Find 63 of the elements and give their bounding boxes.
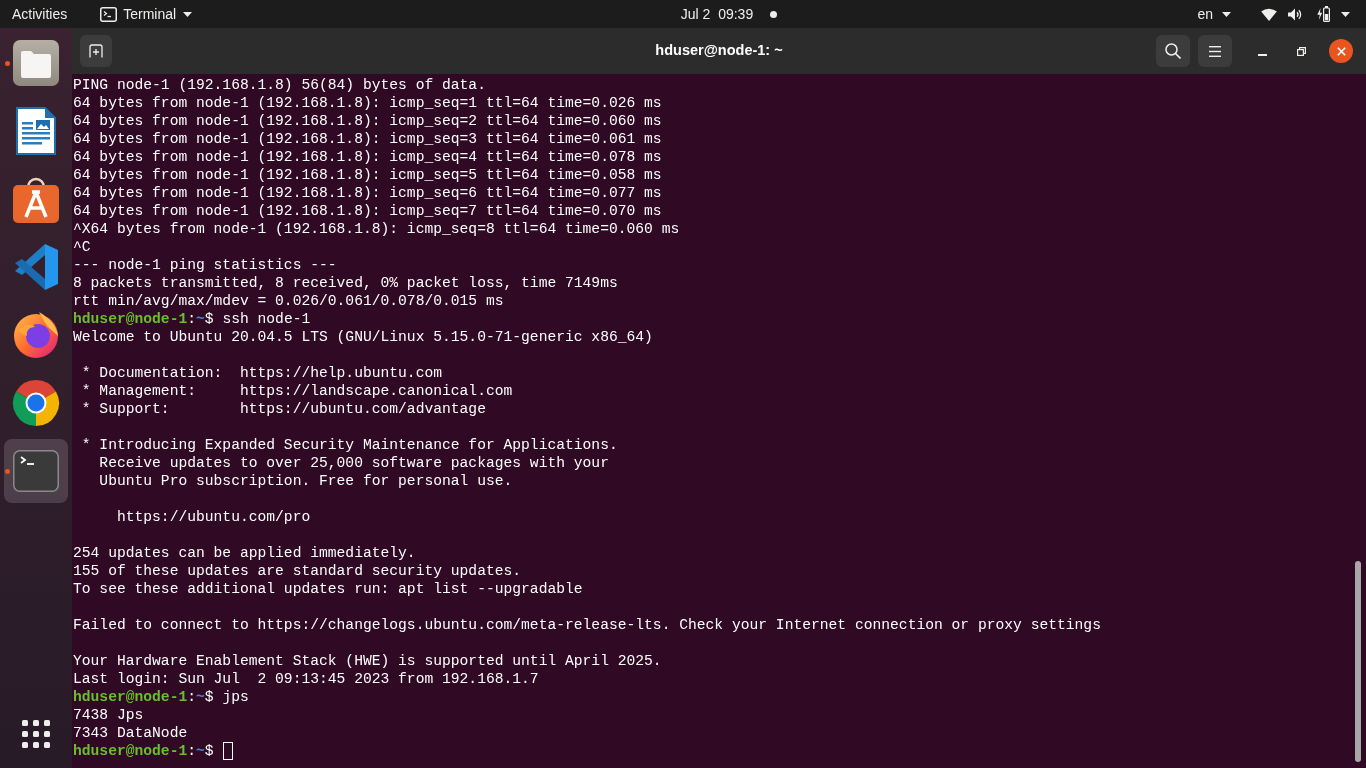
new-tab-button[interactable] — [80, 35, 112, 67]
terminal-line: 7438 Jps — [73, 706, 144, 724]
search-button[interactable] — [1156, 35, 1190, 67]
terminal-line: ^C — [73, 238, 91, 256]
volume-icon[interactable] — [1288, 7, 1302, 21]
battery-icon[interactable] — [1317, 6, 1330, 22]
terminal-line: Receive updates to over 25,000 software packages with your — [99, 454, 609, 472]
app-menu[interactable]: Terminal — [100, 0, 193, 28]
caret-icon — [183, 11, 193, 17]
terminal-line: 64 bytes from node-1 (192.168.1.8): icmp_seq=6 ttl=64 time=0.077 ms — [73, 184, 662, 202]
document-icon — [16, 107, 56, 155]
window-title: hduser@node-1: ~ — [655, 41, 783, 61]
terminal-line: https://ubuntu.com/pro — [116, 508, 311, 526]
menu-button[interactable] — [1198, 35, 1232, 67]
terminal-line: ^X64 bytes from node-1 (192.168.1.8): icmp_seq=8 ttl=64 time=0.060 ms — [73, 220, 680, 238]
terminal-line: * Introducing Expanded Security Maintenance for Applications. — [81, 436, 618, 454]
terminal-line: 64 bytes from node-1 (192.168.1.8): icmp_seq=4 ttl=64 time=0.078 ms — [73, 148, 662, 166]
notification-dot-icon — [770, 10, 778, 18]
close-icon — [1336, 46, 1346, 56]
terminal-line: 64 bytes from node-1 (192.168.1.8): icmp_seq=5 ttl=64 time=0.058 ms — [73, 166, 662, 184]
input-source-menu[interactable]: en — [1197, 0, 1231, 28]
terminal-line: Ubuntu Pro subscription. Free for personal use. — [99, 472, 513, 490]
terminal-icon — [13, 450, 59, 492]
menu-icon — [1209, 45, 1221, 57]
fox-globe-icon — [13, 312, 59, 358]
terminal-line: Welcome to Ubuntu 20.04.5 LTS (GNU/Linux 5.15.0-71-generic x86_64) — [73, 328, 653, 346]
terminal-icon — [100, 6, 118, 22]
ring-icon — [12, 379, 60, 427]
terminal-line: 64 bytes from node-1 (192.168.1.8): icmp_seq=1 ttl=64 time=0.026 ms — [73, 94, 662, 112]
terminal-line: 64 bytes from node-1 (192.168.1.8): icmp_seq=3 ttl=64 time=0.061 ms — [73, 130, 662, 148]
terminal-line: To see these additional updates run: apt list --upgradable — [73, 580, 583, 598]
terminal-line: 8 packets transmitted, 8 received, 0% packet loss, time 7149ms — [73, 274, 618, 292]
restore-icon[interactable] — [1297, 46, 1306, 56]
terminal-line: Your Hardware Enablement Stack (HWE) is supported until April 2025. — [73, 652, 662, 670]
search-icon — [1165, 43, 1181, 59]
scrollbar-thumb[interactable] — [1355, 561, 1361, 762]
terminal-line: 64 bytes from node-1 (192.168.1.8): icmp_seq=7 ttl=64 time=0.070 ms — [73, 202, 662, 220]
app-grid-icon[interactable] — [22, 720, 50, 748]
clock[interactable]: Jul 2 09:39 — [680, 0, 754, 28]
folder-icon — [13, 40, 59, 86]
terminal-line: Failed to connect to https://changelogs.ubuntu.com/meta-release-lts. Check your Internet connection or proxy settings — [73, 616, 1101, 634]
terminal-line: Last login: Sun Jul 2 09:13:45 2023 from 192.168.1.7 — [73, 670, 539, 688]
terminal-line: 155 of these updates are standard security updates. — [73, 562, 522, 580]
activities-button[interactable]: Activities — [12, 0, 68, 28]
wifi-icon[interactable] — [1261, 7, 1277, 21]
terminal-line: * Support: https://ubuntu.com/advantage — [81, 400, 486, 418]
prompt-line: hduser@node-1:~$ — [73, 742, 214, 760]
new-tab-icon — [89, 44, 103, 58]
shopping-bag-icon — [13, 175, 59, 223]
caret-icon — [1222, 11, 1231, 17]
terminal-line: 64 bytes from node-1 (192.168.1.8): icmp_seq=2 ttl=64 time=0.060 ms — [73, 112, 662, 130]
prompt-line: hduser@node-1:~$ jps — [73, 688, 249, 706]
prompt-line: hduser@node-1:~$ ssh node-1 — [73, 310, 311, 328]
terminal-line: 254 updates can be applied immediately. — [73, 544, 416, 562]
terminal-line: * Management: https://landscape.canonical.com — [81, 382, 513, 400]
terminal-line: * Documentation: https://help.ubuntu.com — [81, 364, 442, 382]
close-button[interactable] — [1329, 39, 1353, 63]
terminal-line: PING node-1 (192.168.1.8) 56(84) bytes of data. — [73, 76, 486, 94]
terminal-line: --- node-1 ping statistics --- — [73, 256, 337, 274]
terminal-line: rtt min/avg/max/mdev = 0.026/0.061/0.078/0.015 ms — [73, 292, 504, 310]
terminal-line: 7343 DataNode — [73, 724, 188, 742]
caret-icon[interactable] — [1341, 11, 1350, 17]
ribbon-icon — [14, 244, 58, 290]
